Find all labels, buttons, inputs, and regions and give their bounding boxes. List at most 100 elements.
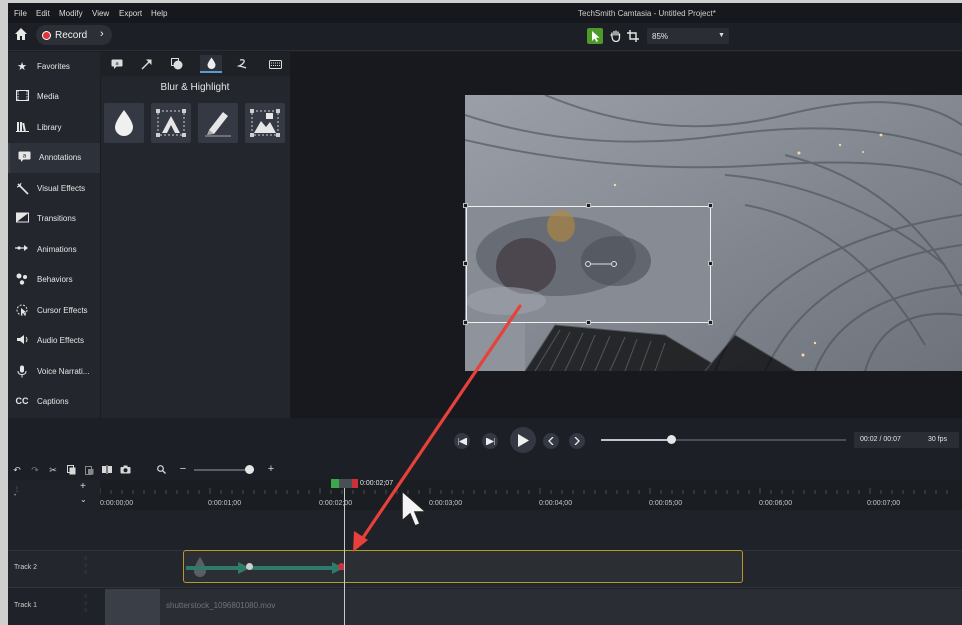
toolbar (8, 23, 962, 51)
ruler-tick-label: 0:00:04;00 (539, 500, 573, 507)
panel-title: Blur & Highlight (160, 82, 230, 93)
add-track-icon[interactable]: + (80, 481, 86, 492)
next-marker-icon[interactable] (569, 433, 585, 449)
blur-annotation-clip[interactable] (183, 550, 743, 583)
scrubber-knob[interactable] (667, 435, 676, 444)
ruler-tick-label: 0:00:06;00 (759, 500, 793, 507)
hand-tool-icon[interactable] (607, 28, 623, 44)
sidebar-item-label: Library (37, 123, 62, 132)
star-icon: ★ (17, 61, 27, 73)
split-icon[interactable] (102, 465, 112, 475)
resize-handle-w[interactable] (463, 261, 468, 266)
sidebar-item-label: Behaviors (37, 275, 73, 284)
sidebar-item-animations[interactable]: Animations (8, 235, 100, 265)
sidebar-item-visual-effects[interactable]: Visual Effects (8, 174, 100, 204)
sidebar-item-transitions[interactable]: Transitions (8, 204, 100, 234)
hotspot-icon (250, 109, 280, 137)
track-name: Track 2 (14, 564, 38, 571)
playhead-in-marker[interactable] (331, 479, 339, 488)
sidebar-item-label: Annotations (39, 153, 82, 162)
menu-export[interactable]: Export (119, 9, 142, 18)
previous-marker-icon[interactable] (543, 433, 559, 449)
shape-tab-icon[interactable] (166, 55, 188, 73)
animation-icon (15, 243, 29, 256)
copy-icon[interactable] (66, 465, 76, 475)
ruler-tick-label: 0:00:02;00 (319, 500, 353, 507)
track-dots-icon: ⋮ • (14, 487, 20, 499)
menu-file[interactable]: File (14, 9, 27, 18)
blur-drop-icon (115, 110, 133, 136)
resize-handle-se[interactable] (708, 320, 713, 325)
chevron-right-icon[interactable]: › (100, 28, 104, 40)
sidebar-item-library[interactable]: Library (8, 113, 100, 143)
sketch-motion-tab-icon[interactable] (232, 55, 254, 73)
zoom-out-icon[interactable]: − (178, 463, 188, 475)
paste-icon[interactable] (84, 465, 94, 475)
sidebar-item-cursor-effects[interactable]: Cursor Effects (8, 296, 100, 326)
resize-handle-sw[interactable] (463, 320, 468, 325)
behavior-icon (15, 273, 29, 286)
menu-bar: File Edit Modify View Export Help TechSm… (8, 3, 962, 23)
spotlight-asset[interactable] (151, 103, 191, 143)
cut-icon[interactable]: ✂ (48, 465, 58, 475)
sidebar-item-label: Favorites (37, 62, 70, 71)
video-clip-thumbnail (105, 589, 160, 625)
sidebar-item-behaviors[interactable]: Behaviors (8, 265, 100, 295)
step-back-icon[interactable] (454, 433, 470, 449)
callout-tab-icon[interactable]: a (106, 55, 128, 73)
menu-help[interactable]: Help (151, 9, 167, 18)
sidebar-item-captions[interactable]: CC Captions (8, 387, 100, 417)
resize-handle-e[interactable] (708, 261, 713, 266)
resize-handle-s[interactable] (586, 320, 591, 325)
redo-icon[interactable]: ↷ (30, 465, 40, 475)
sidebar-item-label: Animations (37, 245, 77, 254)
zoom-value: 85% (652, 32, 669, 41)
arrow-tab-icon[interactable] (136, 55, 158, 73)
zoom-slider-knob[interactable] (245, 465, 254, 474)
select-tool-icon[interactable] (587, 28, 603, 44)
spotlight-icon (156, 109, 186, 137)
play-button[interactable] (510, 427, 536, 453)
resize-handle-ne[interactable] (708, 203, 713, 208)
rotate-handle-icon[interactable] (584, 259, 620, 269)
keystroke-tab-icon[interactable] (264, 55, 286, 73)
svg-text:a: a (115, 61, 118, 67)
sidebar-item-annotations[interactable]: a Annotations (8, 143, 100, 173)
zoom-timeline-icon (156, 465, 166, 475)
film-icon (15, 90, 29, 103)
menu-modify[interactable]: Modify (59, 9, 83, 18)
sidebar-item-audio-effects[interactable]: Audio Effects (8, 326, 100, 356)
cursor-effect-icon (15, 304, 29, 317)
blur-tab-icon[interactable] (200, 55, 222, 73)
resize-handle-n[interactable] (586, 203, 591, 208)
track-name: Track 1 (14, 602, 38, 609)
resize-handle-nw[interactable] (463, 203, 468, 208)
sidebar-item-label: Cursor Effects (37, 306, 88, 315)
sidebar-item-label: Visual Effects (37, 184, 86, 193)
track-lock-icon[interactable]: ◌ ◌ ◌ (84, 556, 88, 577)
animation-keyframe-start[interactable] (246, 563, 253, 570)
undo-icon[interactable]: ↶ (12, 465, 22, 475)
step-forward-icon[interactable] (482, 433, 498, 449)
sidebar-item-favorites[interactable]: ★ Favorites (8, 52, 100, 82)
empty-track-area (8, 510, 962, 550)
interactive-hotspot-asset[interactable] (245, 103, 285, 143)
playhead-line (344, 480, 345, 625)
zoom-in-icon[interactable]: + (266, 463, 276, 475)
menu-view[interactable]: View (92, 9, 109, 18)
sidebar-item-label: Captions (37, 397, 69, 406)
crop-tool-icon[interactable] (625, 28, 641, 44)
track-lock-icon[interactable]: ◌ ◌ ◌ (84, 594, 88, 615)
playhead-out-marker[interactable] (352, 479, 358, 488)
menu-edit[interactable]: Edit (36, 9, 50, 18)
blur-drop-asset[interactable] (104, 103, 144, 143)
highlight-asset[interactable] (198, 103, 238, 143)
home-icon[interactable] (14, 27, 28, 41)
collapse-tracks-icon[interactable]: ⌄ (80, 495, 87, 504)
sidebar-item-media[interactable]: Media (8, 82, 100, 112)
ruler-tick-label: 0:00:01;00 (208, 500, 242, 507)
sidebar-item-voice-narration[interactable]: Voice Narrati... (8, 357, 100, 387)
snapshot-icon[interactable] (120, 465, 131, 475)
ruler-tick-label: 0:00:03;00 (429, 500, 463, 507)
sidebar-item-label: Audio Effects (37, 336, 84, 345)
